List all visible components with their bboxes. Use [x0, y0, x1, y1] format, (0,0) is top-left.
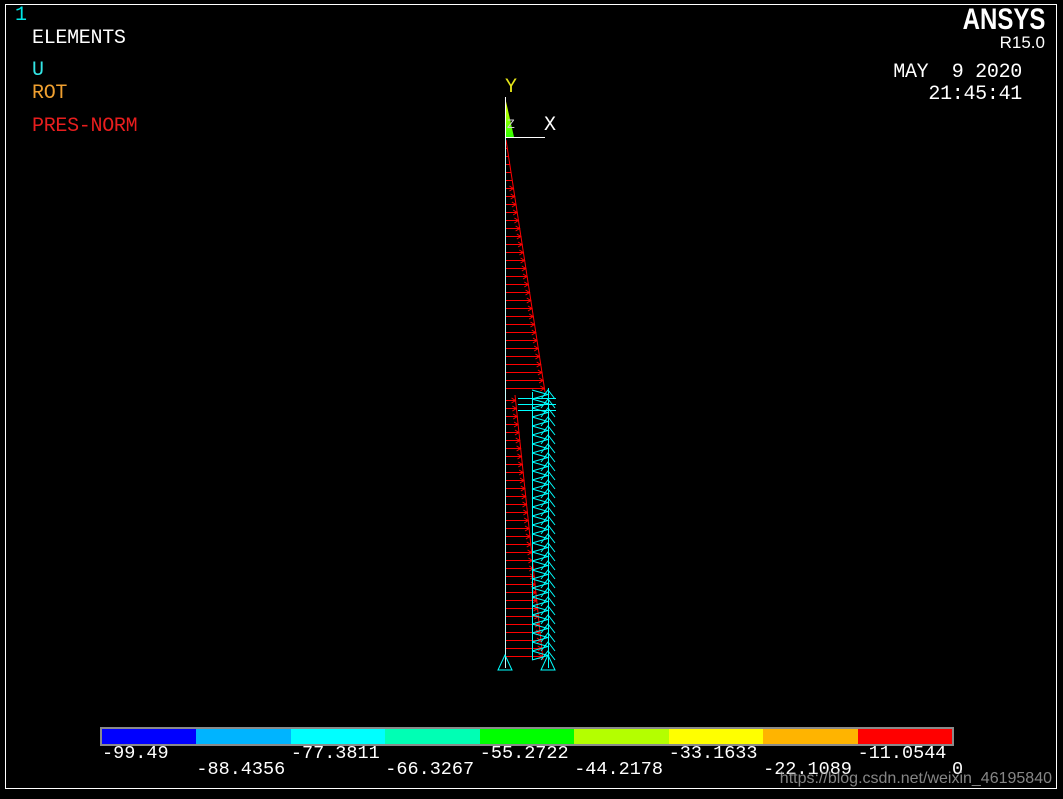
plot-type-label: ELEMENTS — [32, 27, 126, 50]
u-constraint-symbol — [531, 416, 550, 427]
triad-z-label: Z — [507, 117, 515, 132]
u-constraint-symbol — [531, 515, 550, 526]
window-number: 1 — [15, 4, 27, 27]
u-constraint-symbol — [531, 524, 550, 535]
u-constraint-symbol — [531, 542, 550, 553]
u-constraint-symbol — [531, 434, 550, 445]
contour-color-2 — [196, 729, 291, 744]
contour-label: -77.3811 — [290, 743, 380, 764]
contour-color-7 — [668, 729, 764, 744]
u-constraint-symbol — [531, 551, 550, 562]
contour-color-9 — [857, 729, 952, 744]
supports — [497, 653, 556, 671]
u-constraint-symbol — [531, 497, 550, 508]
u-constraint-symbol — [531, 470, 550, 481]
contour-label: -88.4356 — [196, 759, 286, 780]
contour-label: -11.0544 — [857, 743, 947, 764]
u-constraint-symbol — [531, 425, 550, 436]
pressure-arrows-lower — [505, 394, 544, 661]
u-constraint-symbol — [531, 407, 550, 418]
u-constraint-symbol — [531, 452, 550, 463]
legend-item-u: U — [32, 59, 44, 82]
contour-color-5 — [479, 729, 575, 744]
contour-color-3 — [290, 729, 386, 744]
triad-x-label: X — [544, 114, 556, 137]
plot-date: MAY 9 2020 — [893, 61, 1022, 84]
contour-color-6 — [574, 729, 669, 744]
u-constraint-symbol — [531, 533, 550, 544]
u-constraint-symbol — [531, 506, 550, 517]
legend-item-pres-norm: PRES-NORM — [32, 115, 138, 138]
contour-color-8 — [763, 729, 858, 744]
release-version: R15.0 — [999, 33, 1045, 52]
model-view[interactable] — [0, 0, 1063, 799]
u-constraint-symbol — [531, 461, 550, 472]
u-constraint-symbol — [531, 389, 550, 400]
contour-color-1 — [102, 729, 197, 744]
pressure-envelope-lower — [514, 394, 544, 661]
contour-color-4 — [385, 729, 480, 744]
u-constraint-symbol — [531, 398, 550, 409]
u-constraint-symbol — [531, 479, 550, 490]
u-constraint-symbol — [531, 560, 550, 571]
plot-time: 21:45:41 — [928, 83, 1022, 106]
triad-y-label: Y — [505, 76, 517, 99]
contour-label: -44.2178 — [574, 759, 664, 780]
contour-label: -55.2722 — [479, 743, 569, 764]
legend-item-rot: ROT — [32, 82, 68, 105]
ansys-logo: ANSYS — [962, 3, 1045, 36]
u-constraint-symbol — [531, 488, 550, 499]
graphics-window: 1 ELEMENTS U ROT PRES-NORM ANSYS R15.0 M… — [0, 0, 1063, 799]
contour-label: -66.3267 — [385, 759, 475, 780]
u-constraint-symbol — [531, 443, 550, 454]
source-watermark: https://blog.csdn.net/weixin_46195840 — [779, 770, 1052, 787]
contour-label: -33.1633 — [668, 743, 758, 764]
contour-label: -99.49 — [102, 743, 169, 764]
pressure-envelope-upper — [505, 139, 546, 393]
pressure-arrows-upper — [505, 139, 546, 393]
